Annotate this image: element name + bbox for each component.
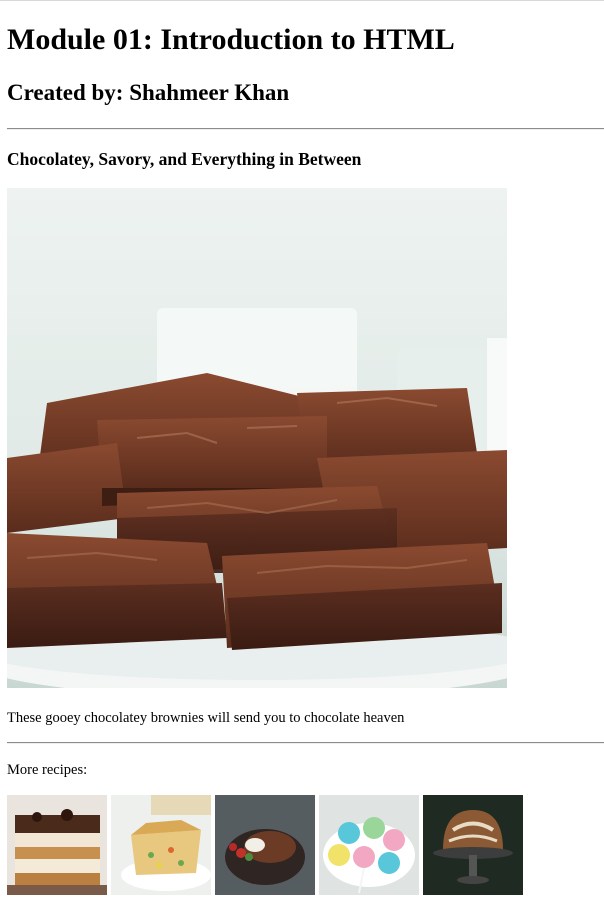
recipe-thumbnails	[7, 795, 523, 895]
pot-pie-icon	[111, 795, 211, 895]
bundt-cake-icon	[423, 795, 523, 895]
more-recipes-label: More recipes:	[7, 762, 88, 778]
thumbnail-lava-cake[interactable]	[215, 795, 315, 895]
brownies-image	[7, 188, 507, 688]
section-heading: Chocolatey, Savory, and Everything in Be…	[7, 149, 362, 169]
thumbnail-bundt-cake[interactable]	[423, 795, 523, 895]
tiramisu-icon	[7, 795, 107, 895]
divider-top	[7, 128, 604, 130]
top-border	[0, 0, 604, 1]
page-title: Module 01: Introduction to HTML	[7, 23, 455, 56]
thumbnail-pot-pie[interactable]	[111, 795, 211, 895]
cake-pops-icon	[319, 795, 419, 895]
thumbnail-tiramisu[interactable]	[7, 795, 107, 895]
brownies-photo-graphic	[7, 188, 507, 688]
divider-bottom	[7, 742, 604, 744]
thumbnail-cake-pops[interactable]	[319, 795, 419, 895]
author-heading: Created by: Shahmeer Khan	[7, 80, 290, 105]
lava-cake-icon	[215, 795, 315, 895]
image-caption: These gooey chocolatey brownies will sen…	[7, 710, 405, 726]
